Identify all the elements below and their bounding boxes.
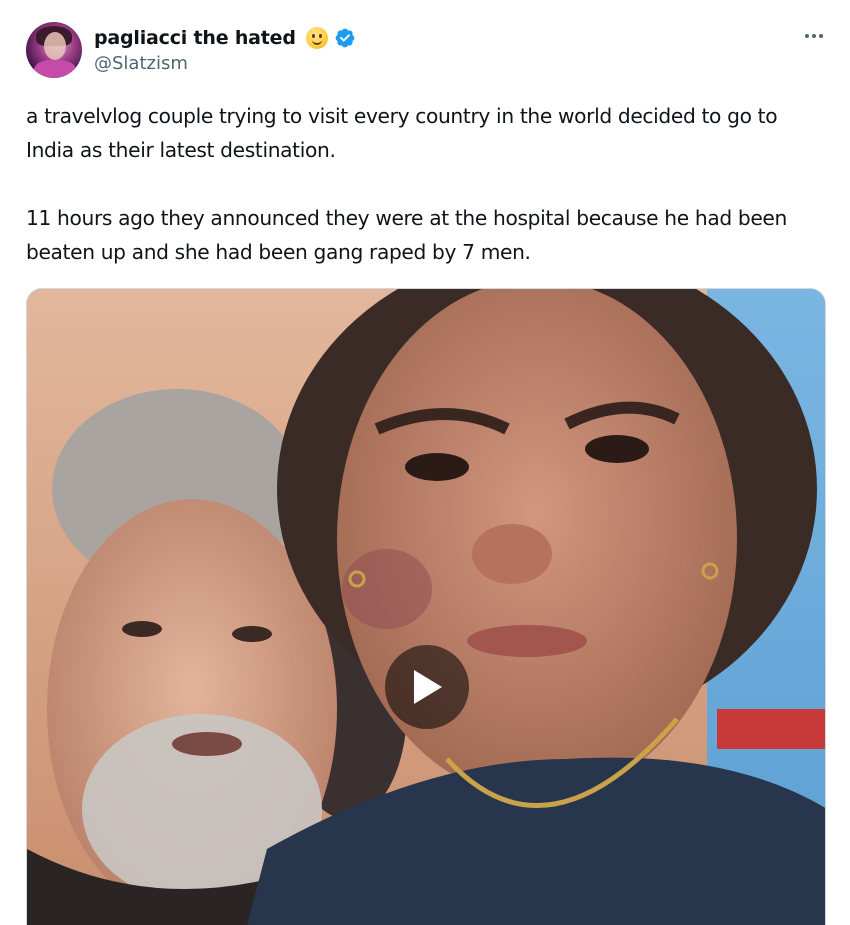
video-thumbnail[interactable] [26, 288, 826, 925]
tweet-text: a travelvlog couple trying to visit ever… [26, 99, 831, 269]
author-name-row: pagliacci the hated [94, 26, 356, 50]
tweet-card: pagliacci the hated @Slatzism a travelvl… [0, 0, 850, 925]
avatar-body [34, 60, 76, 78]
avatar[interactable] [26, 22, 82, 78]
avatar-face [44, 32, 66, 60]
author-handle[interactable]: @Slatzism [94, 53, 188, 74]
tweet-paragraph: 11 hours ago they announced they were at… [26, 206, 787, 264]
tweet-paragraph: a travelvlog couple trying to visit ever… [26, 104, 778, 162]
author-display-name[interactable]: pagliacci the hated [94, 27, 296, 49]
slightly-smiling-face-icon [305, 27, 328, 49]
video-thumbnail-image [27, 289, 825, 925]
play-icon [414, 670, 442, 704]
verified-badge-icon[interactable] [334, 27, 356, 49]
play-button[interactable] [385, 645, 469, 729]
more-options-icon[interactable] [796, 24, 832, 48]
